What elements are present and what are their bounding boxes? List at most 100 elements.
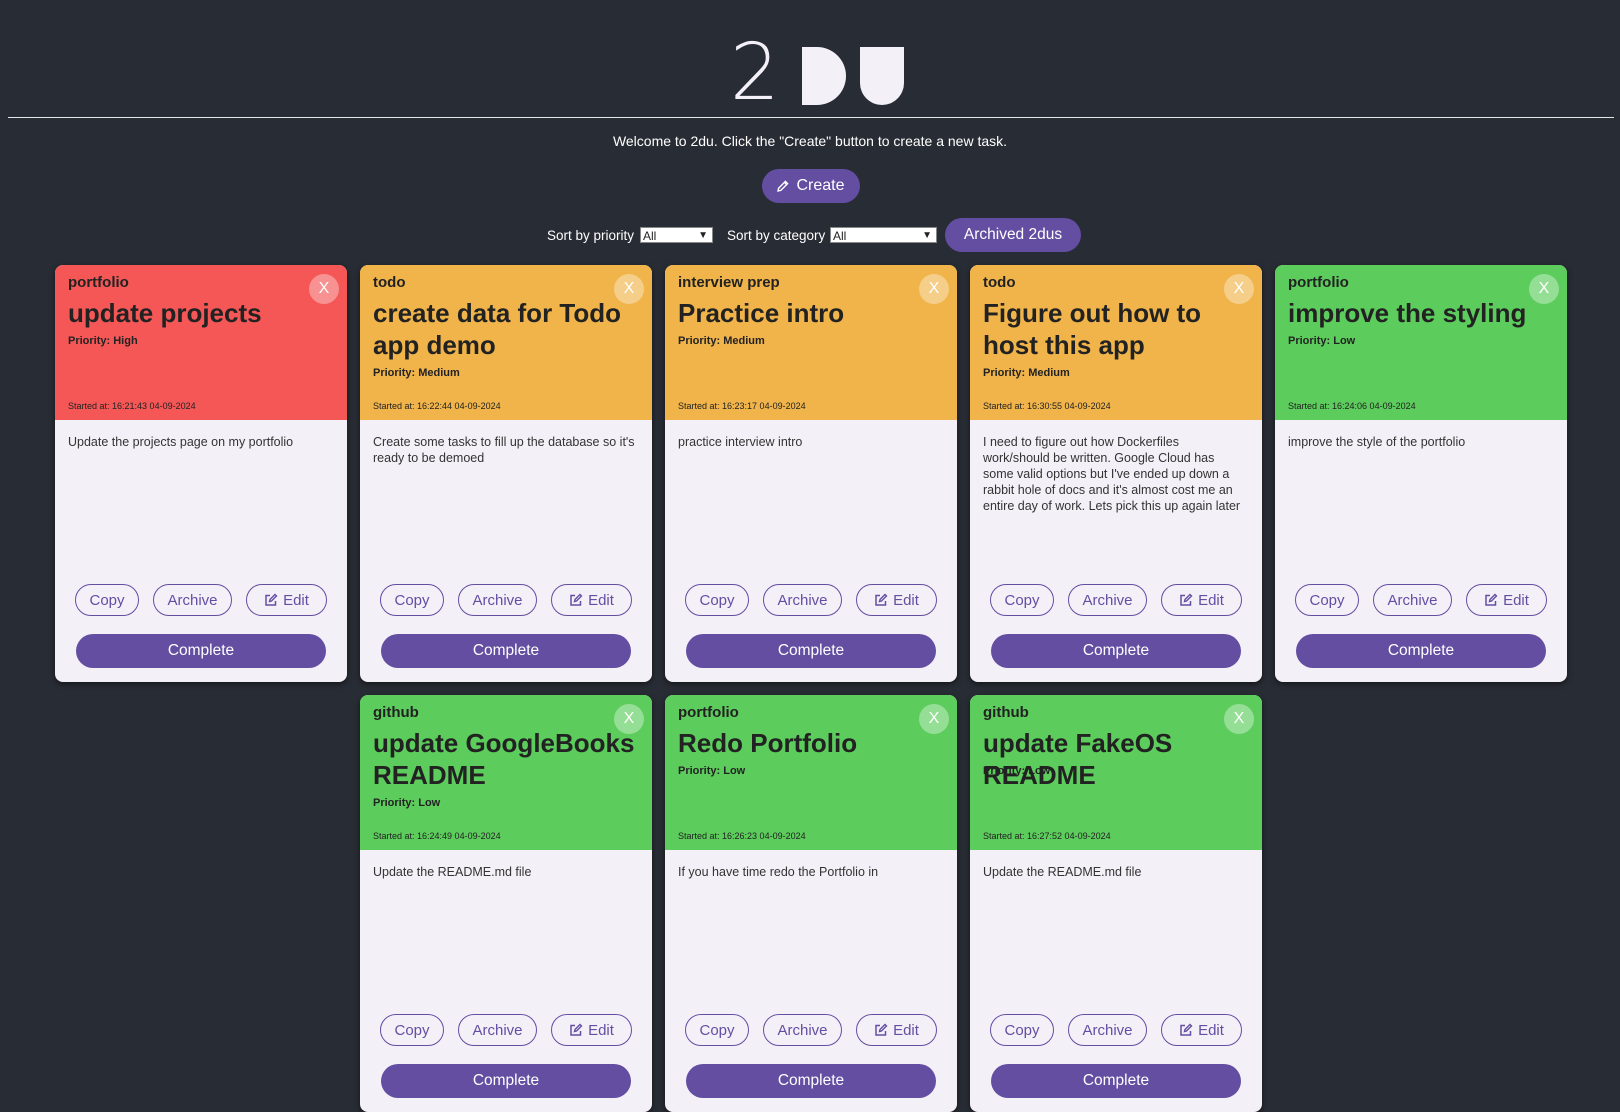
edit-button[interactable]: Edit	[1466, 584, 1547, 616]
task-priority: Priority: Low	[678, 765, 746, 777]
copy-button[interactable]: Copy	[380, 584, 444, 616]
task-card: github X update GoogleBooks README Prior…	[360, 695, 652, 1112]
task-description: Create some tasks to fill up the databas…	[373, 435, 635, 465]
task-title: Practice intro	[678, 298, 845, 328]
copy-button-label: Copy	[89, 591, 125, 609]
task-title: improve the styling	[1288, 298, 1527, 328]
edit-button[interactable]: Edit	[1161, 584, 1242, 616]
task-category: todo	[373, 274, 406, 291]
sort-category-select[interactable]: All ▼	[830, 227, 937, 243]
archived-button[interactable]: Archived 2dus	[945, 218, 1081, 252]
edit-button[interactable]: Edit	[856, 584, 937, 616]
copy-button[interactable]: Copy	[1295, 584, 1359, 616]
complete-button[interactable]: Complete	[381, 1064, 631, 1098]
task-category: github	[373, 704, 419, 721]
complete-button[interactable]: Complete	[381, 634, 631, 668]
complete-button-label: Complete	[472, 642, 540, 659]
copy-button[interactable]: Copy	[380, 1014, 444, 1046]
archive-button-label: Archive	[1387, 591, 1438, 609]
task-card-header: portfolio X improve the styling Priority…	[1275, 265, 1567, 420]
complete-button[interactable]: Complete	[686, 634, 936, 668]
complete-button[interactable]: Complete	[1296, 634, 1546, 668]
archive-button[interactable]: Archive	[763, 1014, 842, 1046]
task-start-time: Started at: 16:26:23 04-09-2024	[678, 831, 806, 841]
task-card-header: interview prep X Practice intro Priority…	[665, 265, 957, 420]
sort-priority-label: Sort by priority	[547, 228, 635, 243]
archive-button-label: Archive	[167, 591, 218, 609]
copy-button[interactable]: Copy	[990, 584, 1054, 616]
chevron-down-icon: ▼	[922, 230, 932, 241]
task-card: todo X create data for Todo app demo Pri…	[360, 265, 652, 682]
edit-icon	[570, 593, 583, 606]
create-button[interactable]: Create	[762, 169, 860, 203]
task-card-body: Update the README.md file Copy Archive E…	[360, 850, 652, 1112]
sort-priority-select[interactable]: All ▼	[640, 227, 713, 243]
task-description: I need to figure out how Dockerfiles wor…	[983, 435, 1241, 513]
edit-icon	[875, 593, 888, 606]
task-category: portfolio	[678, 704, 739, 721]
complete-button-label: Complete	[777, 1072, 845, 1089]
copy-button[interactable]: Copy	[685, 584, 749, 616]
task-card: todo X Figure out how to host this app P…	[970, 265, 1262, 682]
task-category: portfolio	[68, 274, 129, 291]
task-start-time: Started at: 16:24:49 04-09-2024	[373, 831, 501, 841]
task-actions: Copy Archive Edit	[1275, 584, 1567, 618]
task-actions: Copy Archive Edit	[970, 584, 1262, 618]
complete-button[interactable]: Complete	[991, 634, 1241, 668]
archive-button[interactable]: Archive	[1373, 584, 1452, 616]
edit-button[interactable]: Edit	[551, 1014, 632, 1046]
pencil-icon	[777, 180, 790, 192]
complete-button-label: Complete	[1082, 1072, 1150, 1089]
archive-button[interactable]: Archive	[458, 1014, 537, 1046]
app-logo: 2	[730, 28, 904, 118]
copy-button[interactable]: Copy	[990, 1014, 1054, 1046]
task-card-header: github X update FakeOS README Priority: …	[970, 695, 1262, 850]
edit-button[interactable]: Edit	[1161, 1014, 1242, 1046]
archive-button[interactable]: Archive	[153, 584, 232, 616]
task-priority: Priority: Low	[983, 765, 1051, 777]
complete-button[interactable]: Complete	[991, 1064, 1241, 1098]
task-category: github	[983, 704, 1029, 721]
archive-button[interactable]: Archive	[1068, 584, 1147, 616]
task-card-header: github X update GoogleBooks README Prior…	[360, 695, 652, 850]
edit-icon	[1180, 593, 1193, 606]
task-priority: Priority: Medium	[983, 367, 1070, 379]
task-category: portfolio	[1288, 274, 1349, 291]
filter-bar: Sort by priority All ▼ Sort by category …	[0, 218, 1620, 252]
edit-button-label: Edit	[588, 1021, 614, 1039]
task-card-body: Update the projects page on my portfolio…	[55, 420, 347, 682]
task-card: github X update FakeOS README Priority: …	[970, 695, 1262, 1112]
task-actions: Copy Archive Edit	[360, 584, 652, 618]
task-start-time: Started at: 16:30:55 04-09-2024	[983, 401, 1111, 411]
edit-button[interactable]: Edit	[856, 1014, 937, 1046]
task-card-body: Update the README.md file Copy Archive E…	[970, 850, 1262, 1112]
task-description: practice interview intro	[678, 435, 803, 449]
task-priority: Priority: Medium	[678, 335, 765, 347]
task-priority: Priority: High	[68, 335, 138, 347]
copy-button[interactable]: Copy	[685, 1014, 749, 1046]
archive-button[interactable]: Archive	[763, 584, 842, 616]
edit-icon	[1485, 593, 1498, 606]
copy-button-label: Copy	[394, 1021, 430, 1039]
archive-button[interactable]: Archive	[1068, 1014, 1147, 1046]
archive-button-label: Archive	[472, 591, 523, 609]
copy-button[interactable]: Copy	[75, 584, 139, 616]
complete-button[interactable]: Complete	[686, 1064, 936, 1098]
task-start-time: Started at: 16:24:06 04-09-2024	[1288, 401, 1416, 411]
archive-button[interactable]: Archive	[458, 584, 537, 616]
task-title: update projects	[68, 298, 262, 328]
logo-two-glyph: 2	[730, 28, 780, 118]
task-card: interview prep X Practice intro Priority…	[665, 265, 957, 682]
chevron-down-icon: ▼	[698, 230, 708, 241]
edit-button[interactable]: Edit	[551, 584, 632, 616]
complete-button[interactable]: Complete	[76, 634, 326, 668]
task-description: If you have time redo the Portfolio in	[678, 865, 879, 879]
close-icon: X	[623, 710, 635, 727]
close-icon: X	[1538, 280, 1550, 297]
edit-button[interactable]: Edit	[246, 584, 327, 616]
edit-icon	[570, 1023, 583, 1036]
task-card-header: portfolio X update projects Priority: Hi…	[55, 265, 347, 420]
archive-button-label: Archive	[472, 1021, 523, 1039]
task-actions: Copy Archive Edit	[55, 584, 347, 618]
task-card-header: todo X create data for Todo app demo Pri…	[360, 265, 652, 420]
